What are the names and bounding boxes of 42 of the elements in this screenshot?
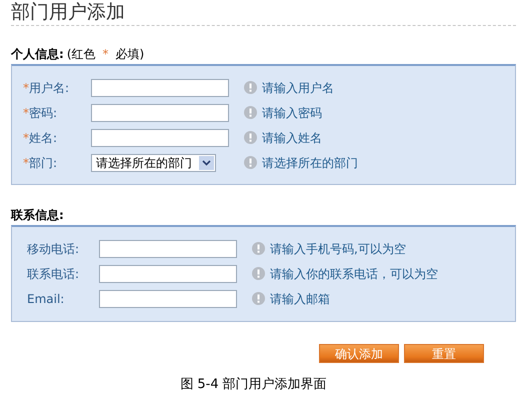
field-label: 联系电话:	[27, 266, 80, 282]
info-icon	[252, 267, 265, 280]
info-icon	[244, 131, 257, 144]
figure-caption: 图 5-4 部门用户添加界面	[180, 376, 327, 394]
info-icon	[244, 106, 257, 119]
input-field[interactable]	[99, 290, 237, 308]
note-text: (红色	[66, 46, 96, 63]
page-title: 部门用户添加	[11, 1, 126, 23]
required-asterisk: *	[23, 130, 29, 146]
department-dropdown[interactable]: 请选择所在的部门	[91, 154, 216, 172]
section-heading: 个人信息:	[11, 46, 64, 63]
required-asterisk: *	[23, 104, 29, 122]
section-heading: 联系信息:	[11, 207, 64, 224]
hint-text: 请输入你的联系电话，可以为空	[270, 266, 438, 282]
required-asterisk: *	[23, 154, 29, 172]
field-label: 移动电话:	[27, 240, 80, 258]
field-label: 密码:	[29, 104, 58, 122]
input-field[interactable]	[99, 264, 237, 282]
field-label: 用户名:	[29, 80, 70, 96]
hint-text: 请输入密码	[262, 104, 322, 122]
info-icon	[244, 156, 257, 169]
confirm-button[interactable]: 确认添加	[319, 344, 399, 363]
field-label: 部门:	[29, 154, 58, 172]
input-field[interactable]	[91, 128, 229, 146]
field-label: Email:	[27, 290, 64, 308]
reset-button[interactable]: 重置	[404, 344, 484, 363]
hint-text: 请输入用户名	[262, 80, 334, 96]
hint-text: 请输入手机号码,可以为空	[270, 240, 406, 258]
info-icon	[252, 242, 265, 255]
note-text: 必填)	[116, 46, 144, 63]
required-asterisk: *	[23, 80, 29, 96]
hint-text: 请输入姓名	[262, 130, 322, 146]
hint-text: 请输入邮箱	[270, 290, 330, 308]
info-icon	[244, 81, 257, 94]
hint-text: 请选择所在的部门	[262, 154, 358, 172]
info-icon	[252, 292, 265, 305]
input-field[interactable]	[99, 240, 237, 258]
input-field[interactable]	[91, 78, 229, 96]
required-asterisk: *	[102, 46, 108, 63]
chevron-down-icon	[199, 156, 214, 170]
field-label: 姓名:	[29, 130, 58, 146]
input-field[interactable]	[91, 104, 229, 122]
